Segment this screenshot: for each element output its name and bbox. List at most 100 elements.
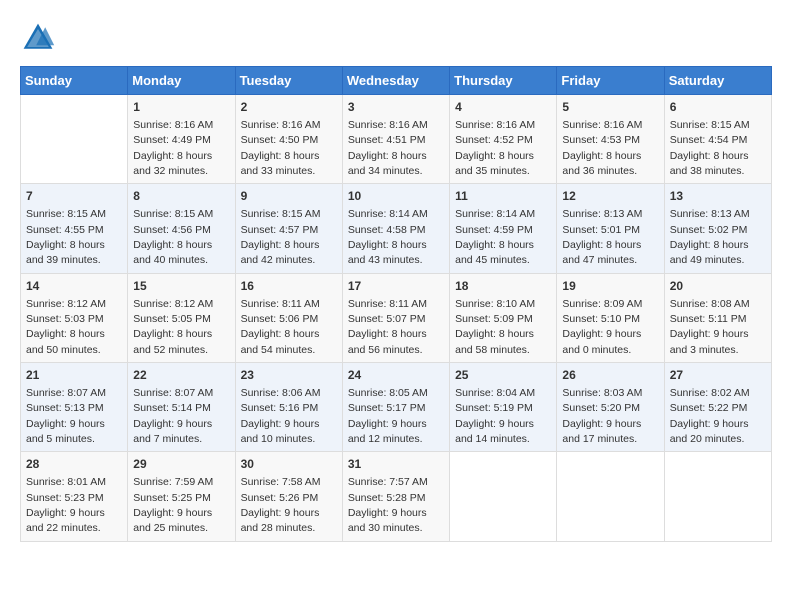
calendar-cell — [21, 95, 128, 184]
column-header-sunday: Sunday — [21, 67, 128, 95]
day-number: 29 — [133, 456, 229, 473]
day-info: Sunrise: 8:05 AM Sunset: 5:17 PM Dayligh… — [348, 387, 428, 445]
day-number: 30 — [241, 456, 337, 473]
day-number: 24 — [348, 367, 444, 384]
calendar-table: SundayMondayTuesdayWednesdayThursdayFrid… — [20, 66, 772, 542]
day-info: Sunrise: 8:09 AM Sunset: 5:10 PM Dayligh… — [562, 298, 642, 356]
calendar-cell: 6 Sunrise: 8:15 AM Sunset: 4:54 PM Daylig… — [664, 95, 771, 184]
day-info: Sunrise: 8:16 AM Sunset: 4:52 PM Dayligh… — [455, 119, 535, 177]
column-header-thursday: Thursday — [450, 67, 557, 95]
day-info: Sunrise: 8:08 AM Sunset: 5:11 PM Dayligh… — [670, 298, 750, 356]
day-number: 25 — [455, 367, 551, 384]
calendar-week-3: 14 Sunrise: 8:12 AM Sunset: 5:03 PM Dayli… — [21, 273, 772, 362]
day-number: 4 — [455, 99, 551, 116]
day-info: Sunrise: 8:14 AM Sunset: 4:59 PM Dayligh… — [455, 208, 535, 266]
column-header-friday: Friday — [557, 67, 664, 95]
day-info: Sunrise: 8:14 AM Sunset: 4:58 PM Dayligh… — [348, 208, 428, 266]
logo-icon — [20, 20, 56, 56]
day-info: Sunrise: 8:15 AM Sunset: 4:56 PM Dayligh… — [133, 208, 213, 266]
calendar-cell: 5 Sunrise: 8:16 AM Sunset: 4:53 PM Daylig… — [557, 95, 664, 184]
day-number: 5 — [562, 99, 658, 116]
day-number: 7 — [26, 188, 122, 205]
page-header — [20, 20, 772, 56]
calendar-week-1: 1Sunrise: 8:16 AM Sunset: 4:49 PM Daylig… — [21, 95, 772, 184]
calendar-cell: 24 Sunrise: 8:05 AM Sunset: 5:17 PM Dayli… — [342, 363, 449, 452]
day-number: 31 — [348, 456, 444, 473]
day-info: Sunrise: 8:15 AM Sunset: 4:54 PM Dayligh… — [670, 119, 750, 177]
calendar-cell: 20Sunrise: 8:08 AM Sunset: 5:11 PM Dayli… — [664, 273, 771, 362]
day-info: Sunrise: 7:58 AM Sunset: 5:26 PM Dayligh… — [241, 476, 321, 534]
day-number: 2 — [241, 99, 337, 116]
day-number: 21 — [26, 367, 122, 384]
day-number: 15 — [133, 278, 229, 295]
calendar-cell: 11 Sunrise: 8:14 AM Sunset: 4:59 PM Dayli… — [450, 184, 557, 273]
day-number: 28 — [26, 456, 122, 473]
calendar-cell: 13 Sunrise: 8:13 AM Sunset: 5:02 PM Dayli… — [664, 184, 771, 273]
calendar-cell: 23 Sunrise: 8:06 AM Sunset: 5:16 PM Dayli… — [235, 363, 342, 452]
day-number: 23 — [241, 367, 337, 384]
day-number: 11 — [455, 188, 551, 205]
day-number: 16 — [241, 278, 337, 295]
day-info: Sunrise: 8:16 AM Sunset: 4:50 PM Dayligh… — [241, 119, 321, 177]
calendar-cell: 31 Sunrise: 7:57 AM Sunset: 5:28 PM Dayli… — [342, 452, 449, 541]
calendar-cell: 2 Sunrise: 8:16 AM Sunset: 4:50 PM Daylig… — [235, 95, 342, 184]
day-info: Sunrise: 8:01 AM Sunset: 5:23 PM Dayligh… — [26, 476, 106, 534]
day-number: 22 — [133, 367, 229, 384]
day-number: 3 — [348, 99, 444, 116]
column-header-saturday: Saturday — [664, 67, 771, 95]
calendar-cell: 29 Sunrise: 7:59 AM Sunset: 5:25 PM Dayli… — [128, 452, 235, 541]
day-number: 1 — [133, 99, 229, 116]
day-info: Sunrise: 8:02 AM Sunset: 5:22 PM Dayligh… — [670, 387, 750, 445]
day-info: Sunrise: 8:04 AM Sunset: 5:19 PM Dayligh… — [455, 387, 535, 445]
day-info: Sunrise: 8:06 AM Sunset: 5:16 PM Dayligh… — [241, 387, 321, 445]
day-number: 18 — [455, 278, 551, 295]
day-info: Sunrise: 8:16 AM Sunset: 4:53 PM Dayligh… — [562, 119, 642, 177]
column-header-tuesday: Tuesday — [235, 67, 342, 95]
calendar-cell: 12Sunrise: 8:13 AM Sunset: 5:01 PM Dayli… — [557, 184, 664, 273]
calendar-cell: 9Sunrise: 8:15 AM Sunset: 4:57 PM Daylig… — [235, 184, 342, 273]
calendar-cell: 22 Sunrise: 8:07 AM Sunset: 5:14 PM Dayli… — [128, 363, 235, 452]
calendar-cell: 4 Sunrise: 8:16 AM Sunset: 4:52 PM Daylig… — [450, 95, 557, 184]
day-number: 19 — [562, 278, 658, 295]
day-info: Sunrise: 8:10 AM Sunset: 5:09 PM Dayligh… — [455, 298, 535, 356]
calendar-cell: 14 Sunrise: 8:12 AM Sunset: 5:03 PM Dayli… — [21, 273, 128, 362]
day-info: Sunrise: 7:59 AM Sunset: 5:25 PM Dayligh… — [133, 476, 213, 534]
column-header-monday: Monday — [128, 67, 235, 95]
day-number: 14 — [26, 278, 122, 295]
calendar-cell: 8 Sunrise: 8:15 AM Sunset: 4:56 PM Daylig… — [128, 184, 235, 273]
day-number: 10 — [348, 188, 444, 205]
day-info: Sunrise: 8:13 AM Sunset: 5:02 PM Dayligh… — [670, 208, 750, 266]
calendar-cell: 1Sunrise: 8:16 AM Sunset: 4:49 PM Daylig… — [128, 95, 235, 184]
calendar-cell — [664, 452, 771, 541]
calendar-cell: 26 Sunrise: 8:03 AM Sunset: 5:20 PM Dayli… — [557, 363, 664, 452]
day-info: Sunrise: 8:13 AM Sunset: 5:01 PM Dayligh… — [562, 208, 642, 266]
calendar-cell: 10 Sunrise: 8:14 AM Sunset: 4:58 PM Dayli… — [342, 184, 449, 273]
day-info: Sunrise: 8:07 AM Sunset: 5:14 PM Dayligh… — [133, 387, 213, 445]
day-info: Sunrise: 8:03 AM Sunset: 5:20 PM Dayligh… — [562, 387, 642, 445]
day-info: Sunrise: 8:16 AM Sunset: 4:51 PM Dayligh… — [348, 119, 428, 177]
day-info: Sunrise: 8:11 AM Sunset: 5:06 PM Dayligh… — [241, 298, 320, 356]
calendar-header-row: SundayMondayTuesdayWednesdayThursdayFrid… — [21, 67, 772, 95]
day-info: Sunrise: 7:57 AM Sunset: 5:28 PM Dayligh… — [348, 476, 428, 534]
calendar-cell: 27Sunrise: 8:02 AM Sunset: 5:22 PM Dayli… — [664, 363, 771, 452]
calendar-week-5: 28 Sunrise: 8:01 AM Sunset: 5:23 PM Dayli… — [21, 452, 772, 541]
calendar-cell: 25 Sunrise: 8:04 AM Sunset: 5:19 PM Dayli… — [450, 363, 557, 452]
calendar-cell: 28 Sunrise: 8:01 AM Sunset: 5:23 PM Dayli… — [21, 452, 128, 541]
calendar-cell: 30 Sunrise: 7:58 AM Sunset: 5:26 PM Dayli… — [235, 452, 342, 541]
calendar-cell: 15Sunrise: 8:12 AM Sunset: 5:05 PM Dayli… — [128, 273, 235, 362]
day-number: 6 — [670, 99, 766, 116]
calendar-cell: 16 Sunrise: 8:11 AM Sunset: 5:06 PM Dayli… — [235, 273, 342, 362]
day-number: 26 — [562, 367, 658, 384]
calendar-week-2: 7 Sunrise: 8:15 AM Sunset: 4:55 PM Daylig… — [21, 184, 772, 273]
calendar-cell: 3 Sunrise: 8:16 AM Sunset: 4:51 PM Daylig… — [342, 95, 449, 184]
day-number: 8 — [133, 188, 229, 205]
day-number: 9 — [241, 188, 337, 205]
day-info: Sunrise: 8:15 AM Sunset: 4:55 PM Dayligh… — [26, 208, 106, 266]
calendar-cell: 21Sunrise: 8:07 AM Sunset: 5:13 PM Dayli… — [21, 363, 128, 452]
calendar-cell — [450, 452, 557, 541]
day-number: 13 — [670, 188, 766, 205]
day-info: Sunrise: 8:12 AM Sunset: 5:03 PM Dayligh… — [26, 298, 106, 356]
calendar-week-4: 21Sunrise: 8:07 AM Sunset: 5:13 PM Dayli… — [21, 363, 772, 452]
calendar-cell: 7 Sunrise: 8:15 AM Sunset: 4:55 PM Daylig… — [21, 184, 128, 273]
calendar-cell: 19 Sunrise: 8:09 AM Sunset: 5:10 PM Dayli… — [557, 273, 664, 362]
